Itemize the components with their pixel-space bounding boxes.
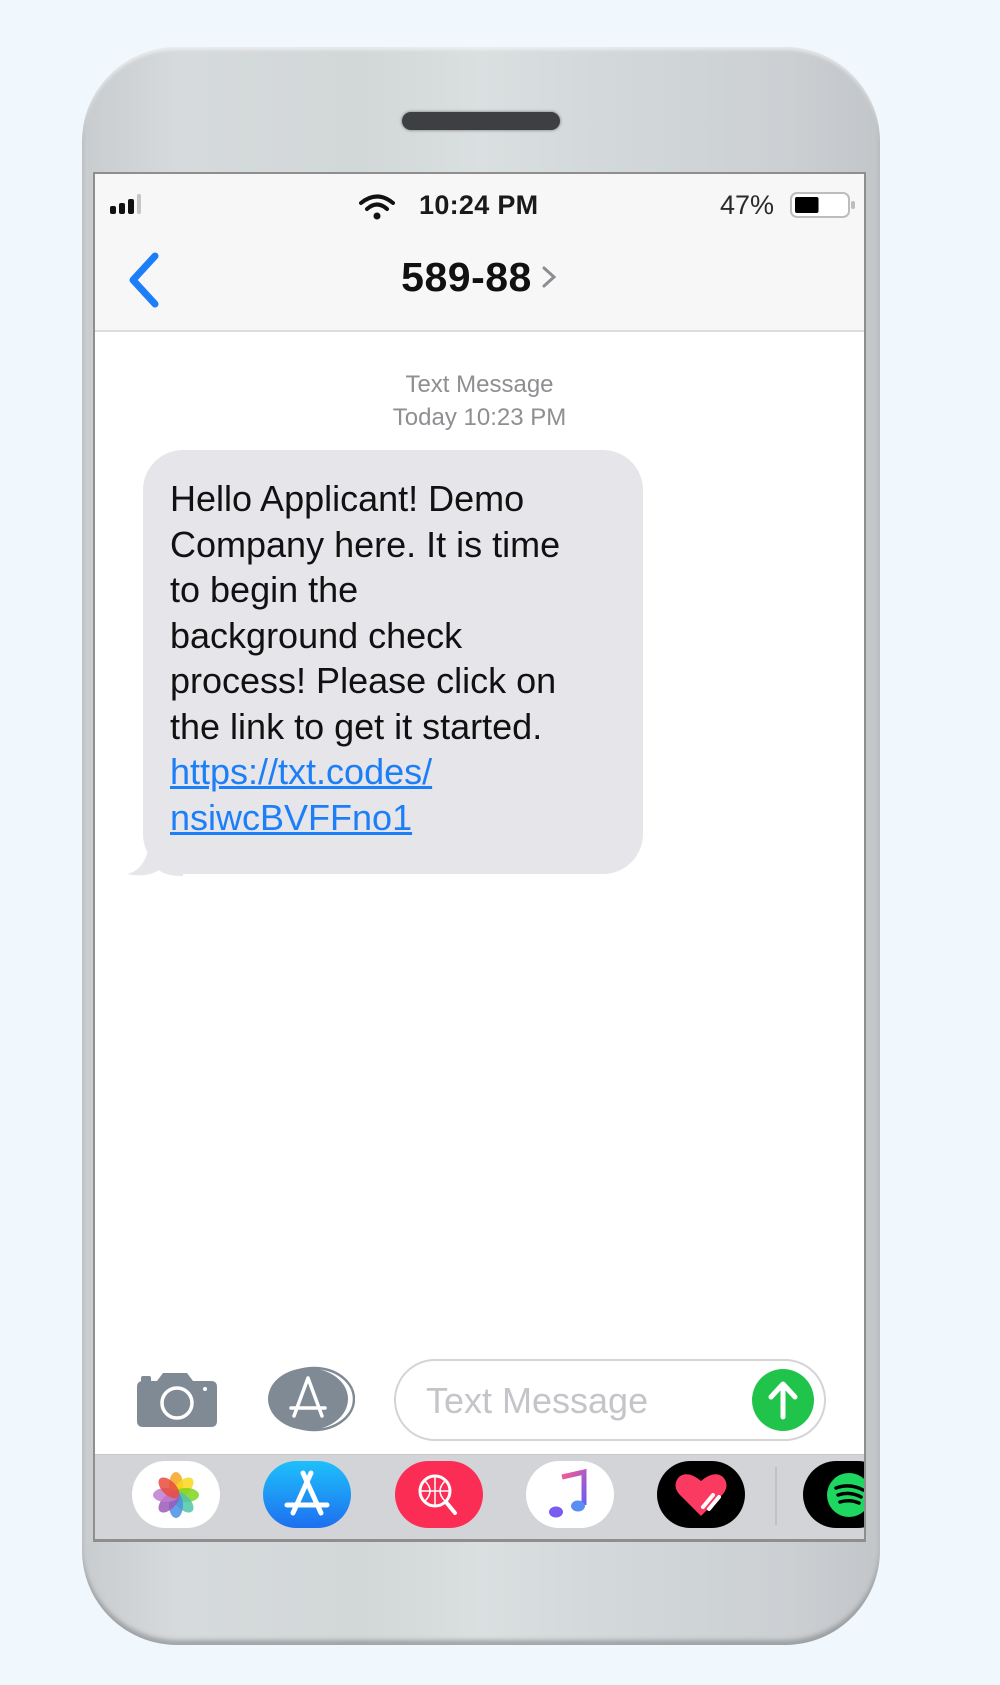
dock-app-music[interactable] — [526, 1461, 614, 1528]
heart-icon — [675, 1474, 727, 1516]
battery-percent: 47% — [720, 190, 775, 220]
message-input-field[interactable] — [394, 1359, 826, 1441]
wifi-icon — [359, 194, 395, 220]
message-timestamp: Today 10:23 PM — [392, 404, 567, 431]
conversation-title[interactable]: 589-88 — [95, 254, 864, 301]
message-line: background check — [170, 614, 463, 656]
globe-search-icon — [418, 1474, 457, 1515]
link-line: nsiwcBVFFno1 — [170, 796, 413, 838]
dock-app-digital-touch[interactable] — [657, 1461, 745, 1528]
music-note-icon — [549, 1468, 587, 1518]
send-button[interactable] — [752, 1369, 814, 1431]
composer-bar — [95, 1354, 864, 1454]
photos-icon — [153, 1472, 199, 1518]
app-store-icon[interactable] — [267, 1366, 355, 1432]
service-label: Text Message — [405, 371, 554, 398]
message-bubble: Hello Applicant! Demo Company here. It i… — [143, 450, 643, 874]
phone-frame: 10:24 PM 47% 589-88 Text Message Today 1… — [82, 47, 880, 1645]
dock-divider — [775, 1467, 777, 1525]
message-line: to begin the — [170, 569, 359, 610]
contact-name: 589-88 — [401, 254, 532, 300]
camera-icon[interactable] — [137, 1371, 217, 1427]
dock-app-image-search[interactable] — [395, 1461, 483, 1528]
message-line: Hello Applicant! Demo — [170, 478, 525, 519]
dock-app-photos[interactable] — [132, 1461, 220, 1528]
phone-speaker — [402, 112, 560, 130]
signal-icon — [110, 194, 141, 214]
top-bar: 10:24 PM 47% 589-88 — [95, 174, 864, 332]
spotify-icon — [827, 1473, 864, 1517]
message-line: Company here. It is time — [170, 523, 561, 565]
status-bar: 10:24 PM 47% — [95, 174, 864, 224]
dock-app-spotify[interactable] — [803, 1461, 864, 1528]
phone-screen: 10:24 PM 47% 589-88 Text Message Today 1… — [93, 172, 866, 1542]
app-store-icon — [284, 1470, 330, 1516]
status-time: 10:24 PM — [419, 190, 539, 220]
message-link[interactable]: https://txt.codes/ nsiwcBVFFno1 — [170, 749, 618, 840]
message-line: process! Please click on — [170, 660, 557, 701]
message-input[interactable] — [424, 1377, 748, 1425]
incoming-message: Hello Applicant! Demo Company here. It i… — [125, 450, 643, 880]
link-line: https://txt.codes/ — [170, 751, 433, 792]
chevron-right-icon — [542, 266, 557, 288]
message-line: the link to get it started. — [170, 705, 543, 747]
arrow-up-icon — [768, 1381, 798, 1420]
battery-icon — [790, 192, 855, 218]
dock-app-app-store[interactable] — [263, 1461, 351, 1528]
app-drawer — [95, 1454, 864, 1539]
